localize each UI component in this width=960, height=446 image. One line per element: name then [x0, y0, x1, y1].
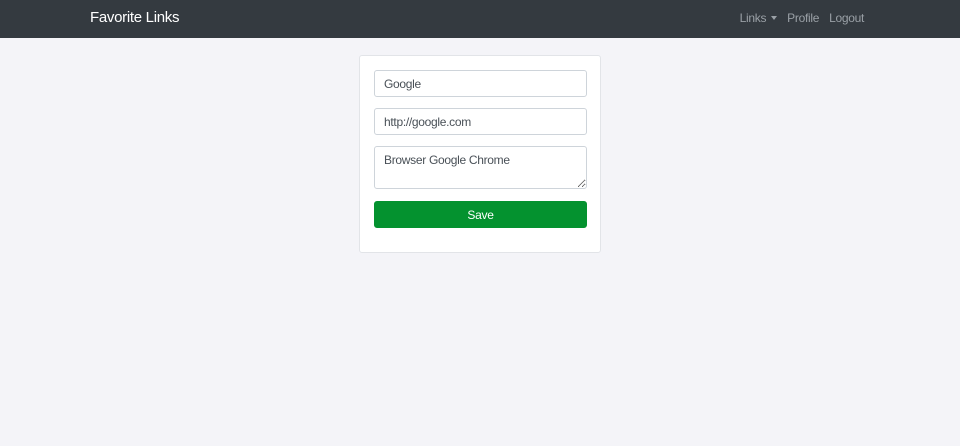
save-button[interactable]: Save — [374, 201, 587, 228]
nav-links: Links Profile Logout — [740, 11, 865, 25]
profile-link[interactable]: Profile — [787, 11, 819, 25]
logout-link[interactable]: Logout — [829, 11, 864, 25]
top-navbar: Favorite Links Links Profile Logout — [0, 0, 960, 38]
chevron-down-icon — [771, 16, 778, 20]
links-dropdown-toggle[interactable]: Links — [740, 11, 778, 25]
link-form-card: Browser Google Chrome Save — [359, 55, 601, 253]
links-dropdown-label: Links — [739, 11, 767, 25]
title-input[interactable] — [374, 70, 587, 97]
brand-link[interactable]: Favorite Links — [90, 9, 179, 26]
url-input[interactable] — [374, 108, 587, 135]
description-textarea[interactable]: Browser Google Chrome — [374, 146, 587, 189]
